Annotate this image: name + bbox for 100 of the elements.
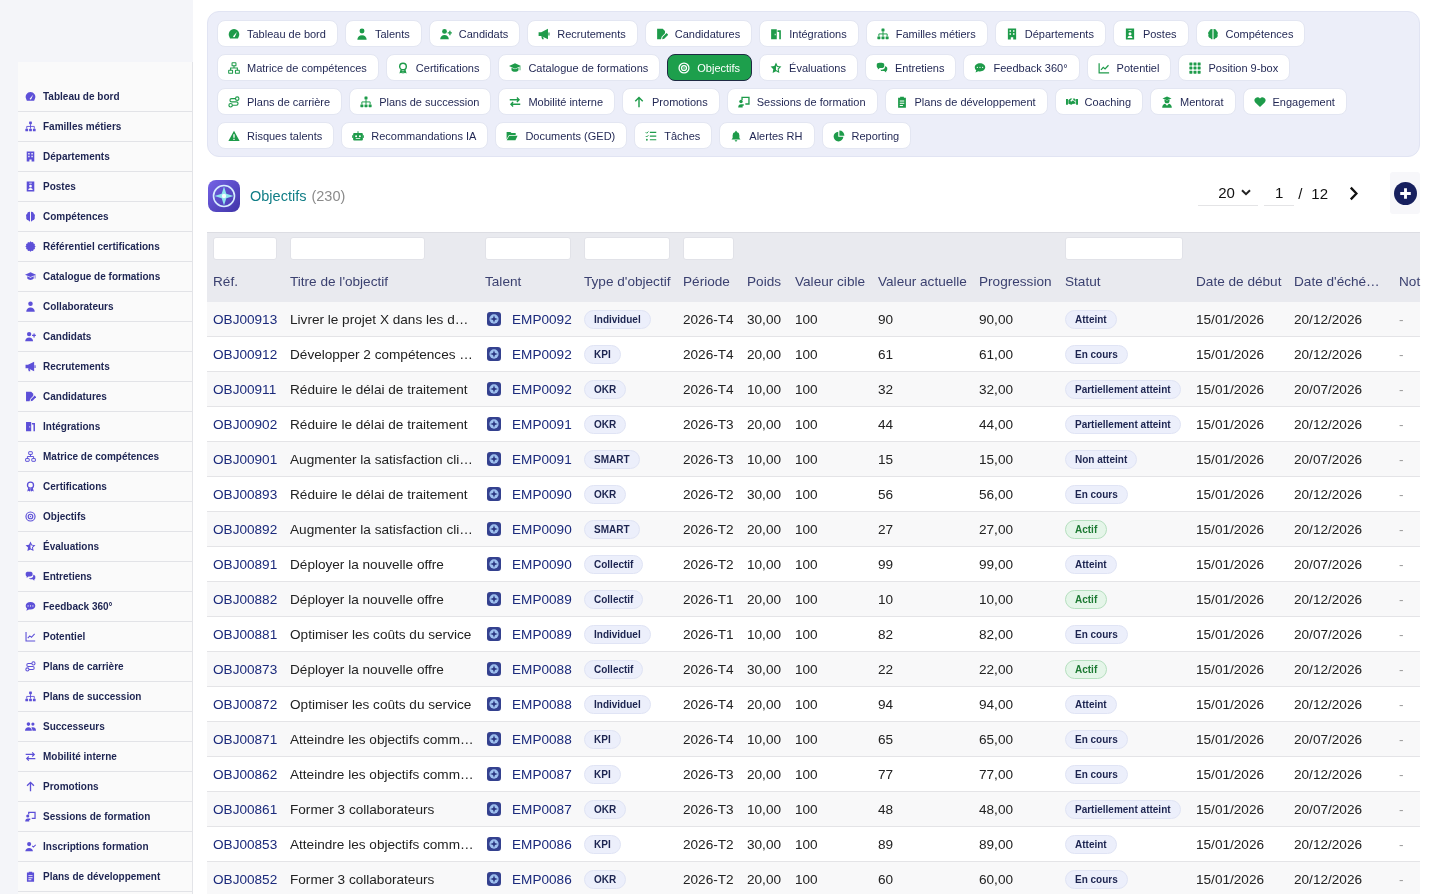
sidebar-item[interactable]: Objectifs [18, 502, 192, 532]
sidebar-item[interactable]: Mobilité interne [18, 742, 192, 772]
sidebar-item[interactable]: Entretiens [18, 562, 192, 592]
nav-tab[interactable]: Risques talents [217, 122, 335, 149]
nav-tab[interactable]: Matrice de compétences [217, 54, 379, 81]
sidebar-item[interactable]: Postes [18, 172, 192, 202]
filter-input[interactable] [683, 237, 734, 260]
ref-link[interactable]: OBJ00873 [213, 661, 278, 677]
nav-tab[interactable]: Départements [994, 20, 1106, 47]
nav-tab[interactable]: Potentiel [1086, 54, 1172, 81]
page-size-select[interactable]: 20 [1198, 180, 1259, 206]
ref-link[interactable]: OBJ00871 [213, 731, 278, 747]
ref-link[interactable]: OBJ00912 [213, 346, 278, 362]
nav-tab[interactable]: Candidats [428, 20, 521, 47]
ref-link[interactable]: OBJ00881 [213, 626, 278, 642]
nav-tab[interactable]: Postes [1112, 20, 1189, 47]
sidebar-item[interactable]: Certifications [18, 472, 192, 502]
nav-tab[interactable]: Promotions [622, 88, 720, 115]
nav-tab[interactable]: Familles métiers [865, 20, 988, 47]
nav-tab[interactable]: Mobilité interne [498, 88, 616, 115]
ref-link[interactable]: OBJ00911 [213, 381, 277, 397]
talent-link[interactable]: EMP0092 [512, 381, 572, 397]
filter-input[interactable] [213, 237, 277, 260]
ref-link[interactable]: OBJ00892 [213, 521, 278, 537]
nav-tab[interactable]: Intégrations [759, 20, 859, 47]
ref-link[interactable]: OBJ00891 [213, 556, 278, 572]
sidebar-item[interactable]: Candidats [18, 322, 192, 352]
ref-link[interactable]: OBJ00913 [213, 311, 278, 327]
ref-link[interactable]: OBJ00853 [213, 836, 278, 852]
talent-link[interactable]: EMP0088 [512, 696, 572, 712]
nav-tab[interactable]: Plans de succession [349, 88, 492, 115]
nav-tab[interactable]: Documents (GED) [495, 122, 628, 149]
sidebar-item[interactable]: Sessions de formation [18, 802, 192, 832]
talent-link[interactable]: EMP0088 [512, 731, 572, 747]
talent-link[interactable]: EMP0090 [512, 486, 572, 502]
nav-tab[interactable]: Entretiens [864, 54, 957, 81]
nav-tab[interactable]: Compétences [1195, 20, 1306, 47]
nav-tab[interactable]: Plans de développement [884, 88, 1048, 115]
nav-tab[interactable]: Position 9-box [1178, 54, 1291, 81]
nav-tab[interactable]: Recommandations IA [341, 122, 489, 149]
sidebar-item[interactable]: Familles métiers [18, 112, 192, 142]
filter-input[interactable] [1065, 237, 1183, 260]
talent-link[interactable]: EMP0090 [512, 521, 572, 537]
sidebar-item[interactable]: Potentiel [18, 622, 192, 652]
talent-link[interactable]: EMP0092 [512, 311, 572, 327]
filter-input[interactable] [584, 237, 670, 260]
talent-link[interactable]: EMP0089 [512, 591, 572, 607]
sidebar-item[interactable]: Promotions [18, 772, 192, 802]
sidebar-item[interactable]: Plans de carrière [18, 652, 192, 682]
talent-link[interactable]: EMP0092 [512, 346, 572, 362]
sidebar-item[interactable]: Évaluations [18, 532, 192, 562]
nav-tab[interactable]: Sessions de formation [726, 88, 878, 115]
sidebar-item[interactable]: Inscriptions formation [18, 832, 192, 862]
nav-tab[interactable]: Recrutements [527, 20, 638, 47]
add-button[interactable] [1390, 172, 1420, 214]
talent-link[interactable]: EMP0089 [512, 626, 572, 642]
talent-link[interactable]: EMP0088 [512, 661, 572, 677]
nav-tab[interactable]: Coaching [1054, 88, 1144, 115]
filter-input[interactable] [485, 237, 571, 260]
sidebar-item[interactable]: Matrice de compétences [18, 442, 192, 472]
nav-tab[interactable]: Certifications [385, 54, 492, 81]
sidebar-item[interactable]: Recrutements [18, 352, 192, 382]
next-page-button[interactable] [1349, 185, 1358, 201]
talent-link[interactable]: EMP0087 [512, 801, 572, 817]
nav-tab[interactable]: Talents [344, 20, 422, 47]
sidebar-item[interactable]: Compétences [18, 202, 192, 232]
sidebar-item[interactable]: Plans de développement [18, 862, 192, 892]
talent-link[interactable]: EMP0090 [512, 556, 572, 572]
ref-link[interactable]: OBJ00882 [213, 591, 278, 607]
nav-tab[interactable]: Tableau de bord [217, 20, 338, 47]
talent-link[interactable]: EMP0091 [512, 451, 572, 467]
sidebar-item[interactable]: Successeurs [18, 712, 192, 742]
sidebar-item[interactable]: Catalogue de formations [18, 262, 192, 292]
nav-tab[interactable]: Tâches [634, 122, 713, 149]
talent-link[interactable]: EMP0091 [512, 416, 572, 432]
ref-link[interactable]: OBJ00862 [213, 766, 278, 782]
nav-tab[interactable]: Alertes RH [719, 122, 815, 149]
filter-input[interactable] [290, 237, 425, 260]
nav-tab[interactable]: Catalogue de formations [498, 54, 661, 81]
ref-link[interactable]: OBJ00872 [213, 696, 278, 712]
ref-link[interactable]: OBJ00852 [213, 871, 278, 887]
ref-link[interactable]: OBJ00902 [213, 416, 278, 432]
nav-tab[interactable]: Reporting [821, 122, 912, 149]
ref-link[interactable]: OBJ00861 [213, 801, 278, 817]
nav-tab[interactable]: Mentorat [1150, 88, 1236, 115]
sidebar-item[interactable]: Collaborateurs [18, 292, 192, 322]
sidebar-item[interactable]: Référentiel certifications [18, 232, 192, 262]
sidebar-item[interactable]: Départements [18, 142, 192, 172]
ref-link[interactable]: OBJ00893 [213, 486, 278, 502]
sidebar-item[interactable]: Feedback 360° [18, 592, 192, 622]
talent-link[interactable]: EMP0087 [512, 766, 572, 782]
nav-tab[interactable]: Plans de carrière [217, 88, 343, 115]
sidebar-item[interactable]: Intégrations [18, 412, 192, 442]
sidebar-item[interactable]: Plans de succession [18, 682, 192, 712]
talent-link[interactable]: EMP0086 [512, 871, 572, 887]
talent-link[interactable]: EMP0086 [512, 836, 572, 852]
page-input[interactable]: 1 [1264, 180, 1295, 206]
sidebar-item[interactable]: Tableau de bord [18, 82, 192, 112]
nav-tab[interactable]: Engagement [1242, 88, 1347, 115]
ref-link[interactable]: OBJ00901 [213, 451, 278, 467]
